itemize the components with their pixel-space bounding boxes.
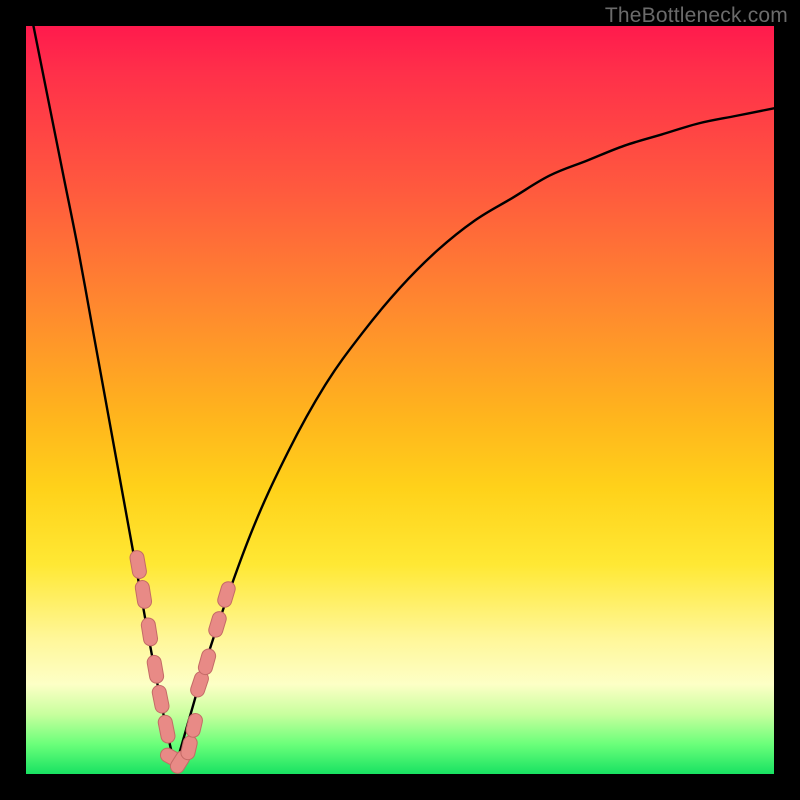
bead	[140, 617, 158, 647]
outer-frame: TheBottleneck.com	[0, 0, 800, 800]
bottleneck-curve	[33, 26, 774, 767]
watermark-text: TheBottleneck.com	[605, 4, 788, 28]
bead	[157, 714, 176, 744]
bead	[129, 550, 148, 580]
bead-markers	[129, 550, 237, 776]
curve-right-branch	[176, 108, 774, 766]
bead	[146, 654, 165, 684]
bead	[134, 580, 152, 610]
plot-area	[26, 26, 774, 774]
bead	[151, 684, 170, 714]
curve-layer	[26, 26, 774, 774]
bead	[207, 610, 228, 639]
bead	[197, 647, 217, 676]
bead	[185, 712, 204, 739]
bead	[216, 580, 237, 609]
